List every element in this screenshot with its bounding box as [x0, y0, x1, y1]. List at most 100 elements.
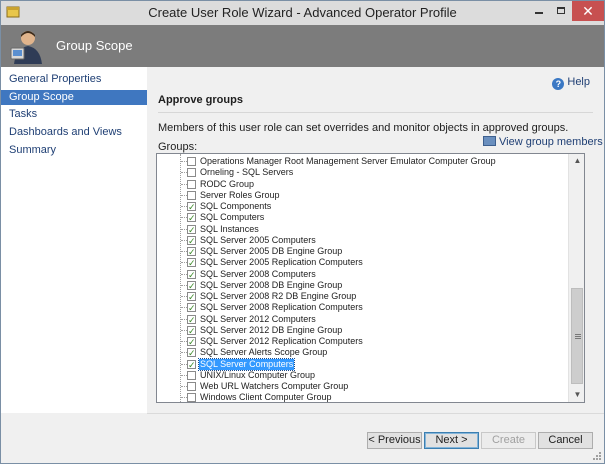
- group-row[interactable]: Windows Client Computer Group: [157, 392, 569, 403]
- scroll-down-button[interactable]: ▼: [569, 388, 584, 402]
- group-row[interactable]: ✓ SQL Components: [157, 201, 569, 212]
- create-button: Create: [481, 432, 536, 449]
- group-row[interactable]: RODC Group: [157, 179, 569, 190]
- group-row[interactable]: ✓ SQL Server 2012 DB Engine Group: [157, 325, 569, 336]
- scroll-up-button[interactable]: ▲: [569, 154, 584, 168]
- title-bar[interactable]: Create User Role Wizard - Advanced Opera…: [1, 1, 604, 25]
- group-label: UNIX/Linux Computer Group: [200, 369, 316, 380]
- group-row[interactable]: ✓ SQL Server 2008 Replication Computers: [157, 302, 569, 313]
- wizard-step-nav: General Properties Group Scope Tasks Das…: [1, 67, 147, 413]
- minimize-icon: [535, 12, 543, 14]
- vertical-scrollbar[interactable]: ▲ ▼: [568, 154, 584, 402]
- group-checkbox[interactable]: ✓: [187, 337, 196, 347]
- content-panel: ? Help Approve groups Members of this use…: [147, 67, 604, 413]
- group-label: SQL Computers: [200, 212, 265, 223]
- nav-item-summary[interactable]: Summary: [1, 143, 147, 158]
- group-row[interactable]: ✓ SQL Server 2012 Replication Computers: [157, 336, 569, 347]
- group-row[interactable]: ✓ SQL Server 2012 Computers: [157, 314, 569, 325]
- group-row[interactable]: ✓ SQL Server 2008 Computers: [157, 269, 569, 280]
- group-label: SQL Server 2005 Computers: [200, 234, 316, 245]
- group-label: SQL Server 2012 DB Engine Group: [200, 324, 343, 335]
- resize-grip-icon[interactable]: [592, 451, 602, 461]
- group-checkbox[interactable]: [187, 393, 196, 402]
- group-label: Server Roles Group: [200, 189, 280, 200]
- group-checkbox[interactable]: ✓: [187, 213, 196, 223]
- help-label: Help: [567, 76, 590, 88]
- group-checkbox[interactable]: [187, 179, 196, 189]
- scroll-thumb[interactable]: [571, 288, 583, 384]
- group-row[interactable]: UNIX/Linux Computer Group: [157, 370, 569, 381]
- view-group-members-link[interactable]: View group members: [483, 136, 603, 148]
- group-label: Operations Manager Root Management Serve…: [200, 156, 496, 166]
- user-wizard-icon: [10, 31, 42, 64]
- group-label: SQL Server 2008 Replication Computers: [200, 302, 363, 313]
- close-button[interactable]: ✕: [572, 1, 604, 21]
- group-checkbox[interactable]: ✓: [187, 359, 196, 369]
- group-row[interactable]: ✓ SQL Server 2005 Replication Computers: [157, 257, 569, 268]
- group-label: SQL Server Computers: [197, 357, 296, 371]
- wizard-window: Create User Role Wizard - Advanced Opera…: [0, 0, 605, 464]
- scroll-up-icon: ▲: [573, 156, 582, 165]
- group-checkbox[interactable]: [187, 168, 196, 178]
- group-row[interactable]: Operations Manager Root Management Serve…: [157, 156, 569, 167]
- group-label: SQL Server 2012 Computers: [200, 313, 316, 324]
- nav-item-group-scope[interactable]: Group Scope: [1, 90, 147, 105]
- group-checkbox[interactable]: ✓: [187, 303, 196, 313]
- group-label: Orneling - SQL Servers: [200, 167, 294, 178]
- minimize-button[interactable]: [528, 1, 550, 21]
- group-label: SQL Server 2012 Replication Computers: [200, 336, 363, 346]
- help-icon: ?: [552, 78, 565, 90]
- wizard-header-banner: Group Scope: [1, 25, 604, 67]
- previous-button[interactable]: < Previous: [367, 432, 422, 449]
- group-checkbox[interactable]: ✓: [187, 269, 196, 279]
- group-checkbox[interactable]: ✓: [187, 348, 196, 358]
- page-title: Group Scope: [56, 38, 133, 53]
- group-checkbox[interactable]: ✓: [187, 224, 196, 234]
- group-checkbox[interactable]: [187, 190, 196, 200]
- group-label: SQL Server 2005 Replication Computers: [200, 257, 363, 268]
- group-row[interactable]: Orneling - SQL Servers: [157, 167, 569, 178]
- nav-item-general-properties[interactable]: General Properties: [1, 72, 147, 87]
- group-members-icon: [483, 136, 496, 146]
- groups-tree-list[interactable]: Operations Manager Root Management Serve…: [156, 153, 585, 403]
- group-row[interactable]: ✓ SQL Server Alerts Scope Group: [157, 347, 569, 358]
- cancel-button[interactable]: Cancel: [538, 432, 593, 449]
- section-title: Approve groups: [158, 94, 243, 106]
- group-label: SQL Server Alerts Scope Group: [200, 347, 328, 358]
- group-checkbox[interactable]: ✓: [187, 258, 196, 268]
- section-divider: [158, 112, 593, 113]
- group-row[interactable]: ✓ SQL Server 2008 R2 DB Engine Group: [157, 291, 569, 302]
- group-checkbox[interactable]: ✓: [187, 292, 196, 302]
- group-label: SQL Components: [200, 201, 272, 211]
- group-checkbox[interactable]: ✓: [187, 202, 196, 212]
- next-button[interactable]: Next >: [424, 432, 479, 449]
- group-checkbox[interactable]: ✓: [187, 235, 196, 245]
- group-checkbox[interactable]: [187, 382, 196, 391]
- group-row[interactable]: ✓ SQL Server Computers: [157, 357, 569, 371]
- help-link[interactable]: ? Help: [552, 76, 590, 90]
- group-label: Windows Client Computer Group: [200, 392, 332, 403]
- nav-item-dashboards-and-views[interactable]: Dashboards and Views: [1, 125, 147, 140]
- group-checkbox[interactable]: [187, 370, 196, 380]
- group-row[interactable]: ✓ SQL Server 2005 Computers: [157, 235, 569, 246]
- group-checkbox[interactable]: ✓: [187, 247, 196, 257]
- group-checkbox[interactable]: ✓: [187, 314, 196, 324]
- group-checkbox[interactable]: ✓: [187, 280, 196, 290]
- group-checkbox[interactable]: [187, 157, 196, 166]
- window-title: Create User Role Wizard - Advanced Opera…: [148, 5, 457, 20]
- maximize-button[interactable]: [550, 1, 572, 21]
- group-row[interactable]: Server Roles Group: [157, 190, 569, 201]
- scroll-grip-icon: [575, 334, 581, 339]
- group-label: SQL Server 2008 Computers: [200, 268, 316, 279]
- group-label: SQL Server 2005 DB Engine Group: [200, 246, 343, 256]
- nav-item-tasks[interactable]: Tasks: [1, 107, 147, 122]
- group-row[interactable]: ✓ SQL Computers: [157, 212, 569, 223]
- group-label: SQL Server 2008 DB Engine Group: [200, 279, 343, 290]
- group-row[interactable]: ✓ SQL Server 2005 DB Engine Group: [157, 246, 569, 257]
- group-row[interactable]: ✓ SQL Server 2008 DB Engine Group: [157, 280, 569, 291]
- section-description: Members of this user role can set overri…: [158, 122, 569, 134]
- group-label: SQL Instances: [200, 223, 259, 234]
- group-row[interactable]: ✓ SQL Instances: [157, 224, 569, 235]
- group-row[interactable]: Web URL Watchers Computer Group: [157, 381, 569, 392]
- group-checkbox[interactable]: ✓: [187, 325, 196, 335]
